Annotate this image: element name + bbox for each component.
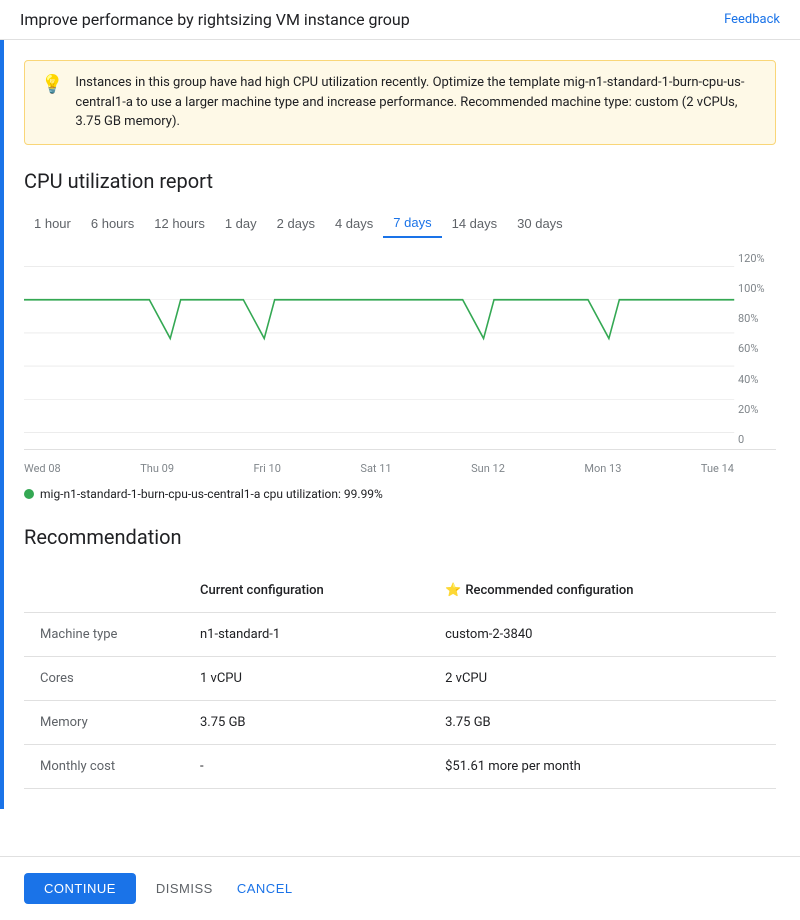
row-property-cost: Monthly cost [24, 744, 184, 788]
recommendation-section: Recommendation Current configuration ⭐ R… [24, 525, 776, 789]
x-label-wed: Wed 08 [24, 462, 61, 475]
x-label-mon: Mon 13 [584, 462, 621, 475]
x-label-thu: Thu 09 [140, 462, 174, 475]
recommended-header-label: Recommended configuration [465, 583, 633, 598]
row-property-memory: Memory [24, 700, 184, 744]
table-row: Machine type n1-standard-1 custom-2-3840 [24, 612, 776, 656]
y-label-40: 40% [738, 373, 772, 386]
dismiss-button[interactable]: DISMISS [152, 873, 217, 904]
row-current-machine-type: n1-standard-1 [184, 612, 429, 656]
tab-7days[interactable]: 7 days [383, 209, 441, 238]
y-label-0: 0 [738, 433, 772, 446]
tab-12hours[interactable]: 12 hours [144, 210, 215, 237]
cpu-report-title: CPU utilization report [24, 169, 776, 193]
time-tabs-container: 1 hour 6 hours 12 hours 1 day 2 days 4 d… [24, 209, 776, 238]
table-row: Monthly cost - $51.61 more per month [24, 744, 776, 788]
cpu-report-section: CPU utilization report 1 hour 6 hours 12… [24, 169, 776, 501]
x-label-fri: Fri 10 [253, 462, 280, 475]
row-property-cores: Cores [24, 656, 184, 700]
cpu-chart: 120% 100% 80% 60% 40% 20% 0 [24, 250, 776, 450]
y-label-20: 20% [738, 403, 772, 416]
col-header-recommended: ⭐ Recommended configuration [429, 569, 776, 613]
tab-1day[interactable]: 1 day [215, 210, 267, 237]
row-current-cost: - [184, 744, 429, 788]
row-current-cores: 1 vCPU [184, 656, 429, 700]
tab-14days[interactable]: 14 days [442, 210, 508, 237]
legend-dot [24, 489, 34, 499]
table-header-row: Current configuration ⭐ Recommended conf… [24, 569, 776, 613]
row-recommended-cost: $51.61 more per month [429, 744, 776, 788]
tab-30days[interactable]: 30 days [507, 210, 573, 237]
table-row: Memory 3.75 GB 3.75 GB [24, 700, 776, 744]
recommendation-table: Current configuration ⭐ Recommended conf… [24, 569, 776, 789]
warning-icon: 💡 [41, 74, 63, 95]
col-header-current: Current configuration [184, 569, 429, 613]
continue-button[interactable]: CONTINUE [24, 873, 136, 904]
alert-text: Instances in this group have had high CP… [75, 73, 759, 132]
chart-legend: mig-n1-standard-1-burn-cpu-us-central1-a… [24, 487, 776, 501]
chart-y-labels: 120% 100% 80% 60% 40% 20% 0 [734, 250, 776, 449]
x-label-sat: Sat 11 [360, 462, 391, 475]
y-label-80: 80% [738, 312, 772, 325]
legend-text: mig-n1-standard-1-burn-cpu-us-central1-a… [40, 487, 383, 501]
y-label-100: 100% [738, 282, 772, 295]
row-property-machine-type: Machine type [24, 612, 184, 656]
row-current-memory: 3.75 GB [184, 700, 429, 744]
table-row: Cores 1 vCPU 2 vCPU [24, 656, 776, 700]
tab-6hours[interactable]: 6 hours [81, 210, 144, 237]
x-label-sun: Sun 12 [471, 462, 505, 475]
y-label-120: 120% [738, 252, 772, 265]
footer: CONTINUE DISMISS CANCEL [0, 856, 800, 920]
tab-4days[interactable]: 4 days [325, 210, 383, 237]
x-label-tue: Tue 14 [701, 462, 734, 475]
feedback-link[interactable]: Feedback [724, 12, 780, 27]
recommendation-title: Recommendation [24, 525, 776, 549]
col-header-property [24, 569, 184, 613]
page-header: Improve performance by rightsizing VM in… [0, 0, 800, 40]
chart-svg [24, 250, 776, 449]
content-area: 💡 Instances in this group have had high … [0, 40, 800, 809]
tab-2days[interactable]: 2 days [267, 210, 325, 237]
row-recommended-memory: 3.75 GB [429, 700, 776, 744]
tab-1hour[interactable]: 1 hour [24, 210, 81, 237]
cancel-button[interactable]: CANCEL [233, 873, 297, 904]
y-label-60: 60% [738, 342, 772, 355]
accent-bar [0, 40, 4, 809]
page-title: Improve performance by rightsizing VM in… [20, 10, 410, 29]
alert-box: 💡 Instances in this group have had high … [24, 60, 776, 145]
star-icon: ⭐ [445, 583, 461, 598]
row-recommended-machine-type: custom-2-3840 [429, 612, 776, 656]
row-recommended-cores: 2 vCPU [429, 656, 776, 700]
chart-x-labels: Wed 08 Thu 09 Fri 10 Sat 11 Sun 12 Mon 1… [24, 458, 776, 479]
